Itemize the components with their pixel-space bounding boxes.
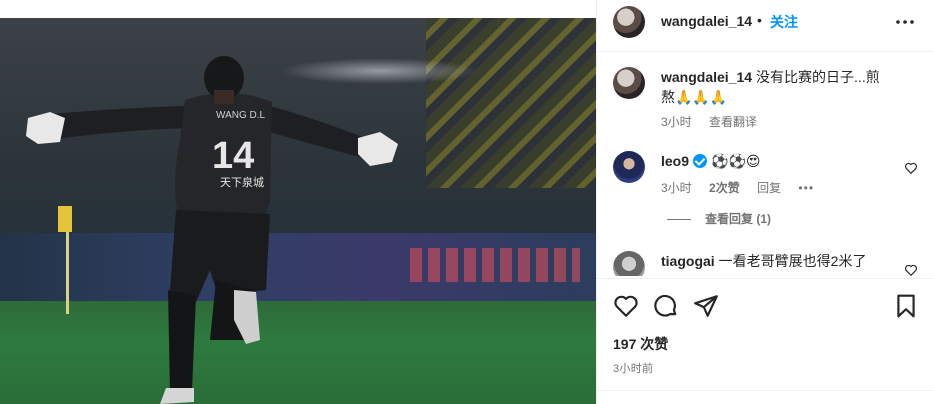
caption-avatar[interactable] xyxy=(613,67,645,99)
commenter-avatar[interactable] xyxy=(613,251,645,276)
more-options-icon[interactable] xyxy=(894,12,916,32)
jersey-number: 14 xyxy=(212,135,254,177)
bottom-divider xyxy=(597,390,933,391)
commenter-avatar[interactable] xyxy=(613,151,645,183)
author-username[interactable]: wangdalei_14 xyxy=(661,13,752,29)
separator-dot: • xyxy=(757,12,762,28)
comment-time[interactable]: 3小时 xyxy=(661,181,692,195)
commenter-username[interactable]: tiagogai xyxy=(661,253,715,269)
comment-body: tiagogai 一看老哥臂展也得2米了 xyxy=(661,251,891,271)
comment-icon[interactable] xyxy=(653,293,679,319)
post-header: wangdalei_14 • 关注 xyxy=(597,0,933,52)
reply-button[interactable]: 回复 xyxy=(757,181,781,195)
replies-divider xyxy=(667,219,691,221)
ad-board-text xyxy=(410,248,580,282)
caption-time[interactable]: 3小时 xyxy=(661,115,692,129)
comment-options-icon[interactable]: ••• xyxy=(798,181,814,195)
comment-text: 一看老哥臂展也得2米了 xyxy=(718,253,867,269)
author-avatar[interactable] xyxy=(613,6,645,38)
action-bar xyxy=(597,278,933,332)
yellow-seats xyxy=(426,18,596,188)
post-side-panel: wangdalei_14 • 关注 wangdalei_14 没有比赛的日子...… xyxy=(596,0,933,404)
see-translation-button[interactable]: 查看翻译 xyxy=(709,115,757,129)
comment-likes[interactable]: 2次赞 xyxy=(709,181,740,195)
caption-meta: 3小时 查看翻译 xyxy=(661,113,771,130)
comment-body: leo9 ⚽⚽😍 xyxy=(661,151,891,171)
share-icon[interactable] xyxy=(693,293,719,319)
caption-username[interactable]: wangdalei_14 xyxy=(661,69,752,85)
likes-count[interactable]: 197 次赞 xyxy=(613,334,668,354)
post-time[interactable]: 3小时前 xyxy=(613,360,653,376)
caption-body: wangdalei_14 没有比赛的日子...煎熬🙏🙏🙏 xyxy=(661,67,891,107)
view-replies-label: 查看回复 (1) xyxy=(705,212,772,226)
comments-section[interactable]: wangdalei_14 没有比赛的日子...煎熬🙏🙏🙏 3小时 查看翻译 leo… xyxy=(597,53,933,276)
view-replies-button[interactable]: 查看回复 (1) xyxy=(667,210,771,227)
comment-like-icon[interactable] xyxy=(904,161,918,175)
post-photo: WANG D.L 14 天下泉城 xyxy=(0,18,596,404)
bookmark-icon[interactable] xyxy=(893,293,919,319)
comment-meta: 3小时 2次赞 回复 ••• xyxy=(661,179,828,196)
follow-button[interactable]: 关注 xyxy=(770,12,798,32)
commenter-username[interactable]: leo9 xyxy=(661,153,689,169)
comment-text: ⚽⚽😍 xyxy=(711,153,761,169)
like-heart-icon[interactable] xyxy=(613,293,639,319)
goalkeeper-figure: WANG D.L 14 天下泉城 xyxy=(26,56,398,404)
verified-badge-icon xyxy=(693,154,708,168)
comment-like-icon[interactable] xyxy=(904,263,918,276)
jersey-name: WANG D.L xyxy=(216,110,266,121)
jersey-sponsor: 天下泉城 xyxy=(220,175,264,189)
